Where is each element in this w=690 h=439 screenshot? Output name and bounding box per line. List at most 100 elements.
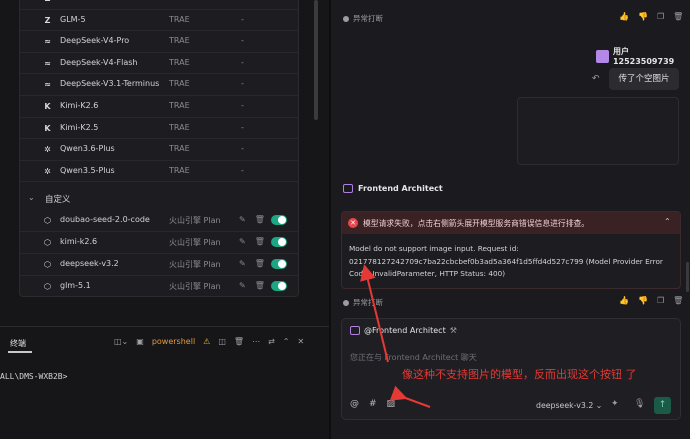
model-provider: TRAE: [169, 101, 190, 110]
edit-icon[interactable]: ✎: [239, 215, 246, 225]
more-icon[interactable]: ⋯: [252, 337, 260, 347]
custom-model-row[interactable]: ⬡ doubao-seed-2.0-code 火山引擎 Plan ✎ 🗑: [20, 210, 298, 232]
warning-icon[interactable]: ⚠: [203, 337, 210, 347]
status-dot-icon: [343, 15, 349, 22]
model-provider: 火山引擎 Plan: [169, 238, 221, 247]
model-row[interactable]: ✲ Qwen3.6-Plus TRAE -: [20, 139, 298, 161]
model-enabled-toggle[interactable]: [271, 281, 287, 291]
custom-model-row[interactable]: ⬡ deepseek-v3.2 火山引擎 Plan ✎ 🗑: [20, 254, 298, 276]
thumbs-up-icon[interactable]: 👍: [619, 296, 629, 305]
chat-input[interactable]: [350, 350, 670, 364]
trash-icon[interactable]: 🗑: [255, 237, 265, 247]
edit-icon[interactable]: ✎: [239, 259, 246, 269]
copy-icon[interactable]: ❐: [657, 12, 664, 21]
delete-icon[interactable]: 🗑: [673, 12, 683, 21]
model-provider: 火山引擎 Plan: [169, 260, 221, 269]
model-provider: TRAE: [169, 14, 190, 24]
deepseek-icon: ≈: [44, 58, 51, 68]
model-name: Kimi-K2.5: [60, 122, 99, 132]
undo-icon[interactable]: ↶: [592, 74, 600, 84]
trash-icon[interactable]: 🗑: [255, 215, 265, 225]
attached-image-preview[interactable]: [517, 97, 679, 165]
model-status: -: [241, 144, 244, 154]
custom-model-row[interactable]: ⬡ kimi-k2.6 火山引擎 Plan ✎ 🗑: [20, 232, 298, 254]
trash-icon[interactable]: 🗑: [234, 337, 244, 347]
thumbs-down-icon[interactable]: 👎: [638, 296, 648, 305]
model-name: Qwen3.6-Plus: [60, 144, 115, 154]
model-selector[interactable]: deepseek-v3.2 ⌄: [536, 401, 602, 410]
model-enabled-toggle[interactable]: [271, 237, 287, 247]
trash-icon[interactable]: 🗑: [255, 281, 265, 291]
deepseek-icon: ≈: [44, 80, 51, 90]
model-name: Kimi-K2.6: [60, 101, 99, 110]
model-name: doubao-seed-2.0-code: [60, 215, 150, 224]
tab-underline: [8, 351, 32, 353]
cube-icon: ⬡: [44, 216, 51, 225]
close-icon[interactable]: ✕: [297, 337, 304, 347]
model-row[interactable]: K Kimi-K2.6 TRAE -: [20, 96, 298, 118]
mention-chip[interactable]: @Frontend Architect ⚒: [350, 326, 457, 335]
thumbs-down-icon[interactable]: 👎: [638, 12, 648, 21]
model-row[interactable]: ✲ Qwen3.5-Plus TRAE -: [20, 161, 298, 183]
model-status: -: [241, 57, 244, 67]
kimi-icon: K: [44, 102, 51, 111]
agent-header: Frontend Architect: [343, 184, 443, 193]
model-name: DeepSeek-V4-Flash: [60, 57, 138, 67]
annotation-text: 像这种不支持图片的模型，反而出现这个按钮 了: [402, 368, 637, 381]
tab-terminal[interactable]: 终端: [10, 338, 26, 349]
delete-icon[interactable]: 🗑: [673, 296, 683, 305]
message-actions-bottom: 👍 👎 ❐ 🗑: [619, 296, 683, 305]
scrollbar[interactable]: [686, 262, 689, 292]
model-provider: TRAE: [169, 79, 190, 89]
cube-icon: ⬡: [44, 282, 51, 291]
zhipu-icon: Z: [44, 15, 51, 25]
error-panel: ✕ 模型请求失败，点击右侧箭头展开模型服务商错误信息进行排查。 ⌃ Model …: [341, 211, 681, 289]
trash-icon[interactable]: 🗑: [255, 259, 265, 269]
terminal-prompt[interactable]: ALL\DMS-WXB2B>: [0, 372, 67, 381]
model-provider: 火山引擎 Plan: [169, 282, 221, 291]
model-name: GLM-5v-Turbo: [60, 0, 114, 2]
sparkle-icon[interactable]: ✦: [611, 399, 619, 409]
model-row[interactable]: ≈ DeepSeek-V3.1-Terminus TRAE -: [20, 74, 298, 96]
chevron-up-icon[interactable]: ⌃: [664, 217, 671, 226]
model-name: kimi-k2.6: [60, 237, 98, 246]
edit-icon[interactable]: ✎: [239, 281, 246, 291]
terminal-panel: 终端 ◫⌄ ▣ powershell ⚠ ◫ 🗑 ⋯ ⇄ ⌃ ✕ ALL\DMS…: [0, 326, 329, 439]
split-terminal-icon[interactable]: ◫: [218, 337, 226, 347]
model-name: deepseek-v3.2: [60, 259, 119, 268]
model-status: -: [241, 0, 244, 2]
error-title: 模型请求失败，点击右侧箭头展开模型服务商错误信息进行排查。: [363, 219, 590, 228]
model-status: -: [241, 165, 244, 175]
custom-model-row[interactable]: ⬡ glm-5.1 火山引擎 Plan ✎ 🗑: [20, 276, 298, 296]
at-mention-icon[interactable]: @: [350, 399, 359, 409]
custom-models-header[interactable]: ⌄ 自定义: [20, 188, 298, 208]
settings-icon[interactable]: ⇄: [268, 337, 275, 347]
model-enabled-toggle[interactable]: [271, 215, 287, 225]
send-button[interactable]: ↑: [654, 397, 671, 414]
image-upload-icon[interactable]: ▨: [387, 399, 396, 409]
model-enabled-toggle[interactable]: [271, 259, 287, 269]
model-name: DeepSeek-V4-Pro: [60, 36, 130, 46]
microphone-icon[interactable]: 🎙: [634, 399, 645, 409]
status-dot-icon: [343, 299, 349, 306]
hash-icon[interactable]: #: [369, 399, 377, 409]
error-header[interactable]: ✕ 模型请求失败，点击右侧箭头展开模型服务商错误信息进行排查。 ⌃: [342, 212, 680, 234]
model-list-panel: Z GLM-5v-Turbo TRAE - Z GLM-5 TRAE - ≈ DeepSeek-V…: [19, 0, 299, 297]
model-provider: TRAE: [169, 57, 190, 67]
model-row[interactable]: ≈ DeepSeek-V4-Pro TRAE -: [20, 31, 298, 53]
shell-name[interactable]: powershell: [152, 337, 195, 347]
scrollbar[interactable]: [314, 0, 318, 120]
model-row[interactable]: K Kimi-K2.5 TRAE -: [20, 118, 298, 140]
edit-icon[interactable]: ✎: [239, 237, 246, 247]
thumbs-up-icon[interactable]: 👍: [619, 12, 629, 21]
custom-models-label: 自定义: [45, 195, 71, 205]
mention-text: @Frontend Architect: [364, 326, 446, 335]
model-provider: TRAE: [169, 122, 190, 132]
model-row[interactable]: Z GLM-5 TRAE -: [20, 10, 298, 32]
model-row[interactable]: Z GLM-5v-Turbo TRAE -: [20, 0, 298, 10]
copy-icon[interactable]: ❐: [657, 296, 664, 305]
chevron-up-icon[interactable]: ⌃: [283, 337, 290, 347]
model-row[interactable]: ≈ DeepSeek-V4-Flash TRAE -: [20, 53, 298, 75]
split-panel-icon[interactable]: ◫⌄: [114, 337, 128, 347]
model-status: -: [241, 122, 244, 132]
